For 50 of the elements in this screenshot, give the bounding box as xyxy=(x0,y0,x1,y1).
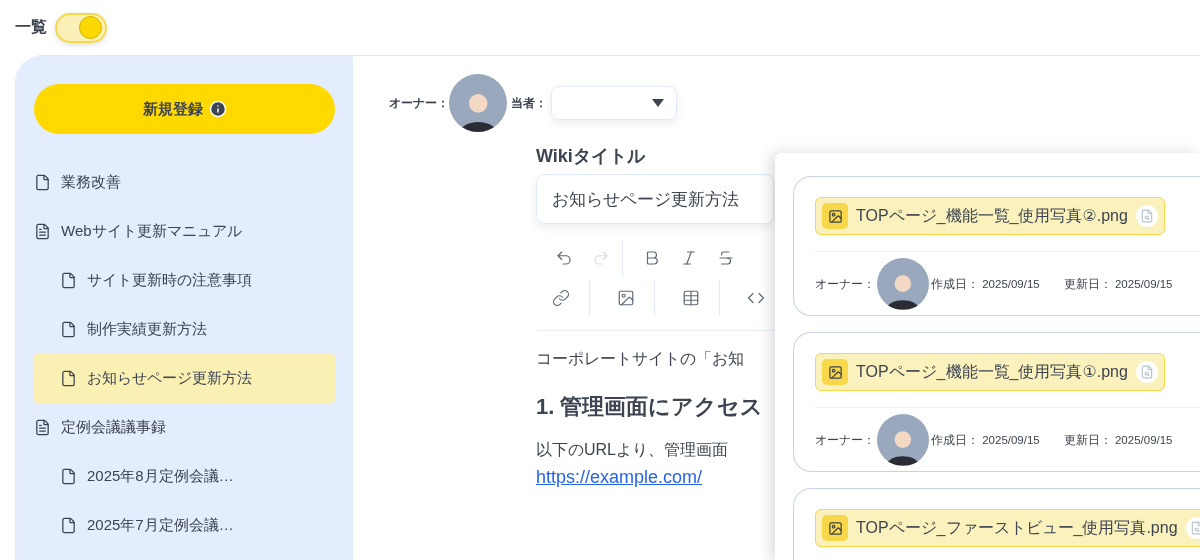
image-icon xyxy=(822,515,848,541)
preview-button[interactable] xyxy=(1135,361,1158,383)
image-icon xyxy=(822,203,848,229)
document-icon xyxy=(60,370,77,387)
image-icon xyxy=(822,359,848,385)
file-search-icon xyxy=(1139,365,1154,379)
created-date: 作成日： 2025/09/15 xyxy=(931,276,1040,292)
file-chip[interactable]: TOPページ_ファーストビュー_使用写真.png xyxy=(815,509,1200,547)
title-input-field[interactable]: お知らせページ更新方法 xyxy=(536,174,774,224)
file-search-icon xyxy=(1189,521,1200,535)
sidebar-item[interactable]: 制作実績更新方法 xyxy=(34,305,335,354)
file-name: TOPページ_機能一覧_使用写真②.png xyxy=(856,205,1128,226)
url-link[interactable]: https://example.com/ xyxy=(536,467,703,488)
sidebar-item[interactable]: サイト更新時の注意事項 xyxy=(34,256,335,305)
field-label: Wikiタイトル xyxy=(536,145,647,168)
created-date: 作成日： 2025/09/15 xyxy=(931,432,1040,448)
sidebar-item[interactable]: Webサイト更新マニュアル xyxy=(34,207,335,256)
file-name: TOPページ_ファーストビュー_使用写真.png xyxy=(856,517,1178,538)
sidebar-item[interactable]: 2025年8月定例会議… xyxy=(34,452,335,501)
file-search-icon xyxy=(1139,209,1154,223)
view-toggle[interactable] xyxy=(55,12,107,43)
paragraph-text: 以下のURLより、管理画面 xyxy=(536,440,728,460)
document-icon xyxy=(60,321,77,338)
sidebar-item[interactable]: 業務改善 xyxy=(34,158,335,207)
new-register-button[interactable]: 新規登録 xyxy=(34,84,335,134)
file-name: TOPページ_機能一覧_使用写真①.png xyxy=(856,361,1128,382)
updated-date: 更新日： 2025/09/15 xyxy=(1063,276,1173,292)
document-icon xyxy=(34,223,51,240)
document-icon xyxy=(60,272,77,289)
owner-label: オーナー： xyxy=(389,94,449,112)
sidebar-item[interactable]: お知らせページ更新方法 xyxy=(34,354,335,403)
owner-label: オーナー： xyxy=(815,432,875,448)
file-chip[interactable]: TOPページ_機能一覧_使用写真①.png xyxy=(815,353,1165,391)
assignee-select[interactable] xyxy=(551,86,677,120)
section-heading: 1. 管理画面にアクセス xyxy=(536,393,764,421)
view-label: 一覧 xyxy=(15,17,47,37)
document-icon xyxy=(60,468,77,485)
document-icon xyxy=(34,174,51,191)
document-icon xyxy=(34,419,51,436)
sidebar-item[interactable]: 定例会議議事録 xyxy=(34,403,335,452)
info-icon xyxy=(208,100,227,118)
sidebar-item[interactable]: 2025年7月定例会議… xyxy=(34,501,335,550)
assignee-label: 当者： xyxy=(511,94,547,112)
preview-button[interactable] xyxy=(1135,205,1158,227)
document-icon xyxy=(60,517,77,534)
owner-label: オーナー： xyxy=(815,276,875,292)
updated-date: 更新日： 2025/09/15 xyxy=(1063,432,1173,448)
caret-icon xyxy=(652,99,664,107)
file-chip[interactable]: TOPページ_機能一覧_使用写真②.png xyxy=(815,197,1165,235)
paragraph-text: コーポレートサイトの「お知 xyxy=(536,349,744,369)
